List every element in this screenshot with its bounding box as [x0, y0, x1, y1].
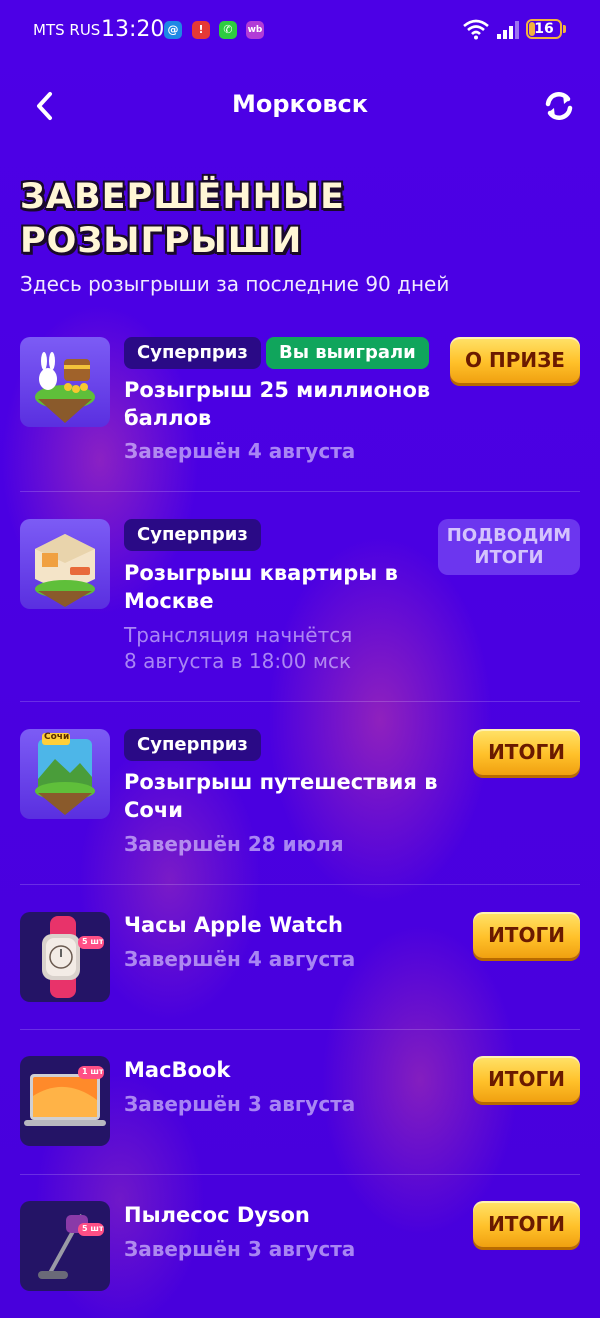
apartment-island-icon: [35, 534, 95, 607]
prize-thumbnail-apartment[interactable]: [20, 519, 110, 609]
vacuum-cleaner-icon: [38, 1214, 104, 1279]
sochi-island-icon: [35, 733, 95, 815]
tag-superprize: Суперприз: [124, 337, 261, 369]
broadcast-start-label: Трансляция начнётся: [124, 623, 353, 647]
about-prize-button[interactable]: О ПРИЗЕ: [450, 337, 580, 383]
quantity-badge: 1 шт: [82, 1067, 104, 1076]
prize-thumbnail-macbook[interactable]: 1 шт: [20, 1056, 110, 1146]
draw-status: Завершён 4 августа: [124, 947, 356, 971]
wildberries-notification-icon: wb: [246, 21, 264, 39]
divider: [20, 701, 580, 702]
status-bar: MTS RUS 13:20 @ ! ✆ wb 16: [0, 0, 600, 60]
thumb-label: Сочи: [44, 732, 70, 742]
divider: [20, 491, 580, 492]
cellular-signal-icon: [497, 21, 519, 39]
draw-name: Розыгрыш 25 миллионов баллов: [124, 378, 431, 430]
results-button[interactable]: ИТОГИ: [473, 1201, 580, 1247]
tag-you-won: Вы выиграли: [266, 337, 429, 369]
results-button[interactable]: ИТОГИ: [473, 1056, 580, 1102]
refresh-button[interactable]: [541, 88, 577, 124]
draw-name: MacBook: [124, 1058, 231, 1082]
prize-thumbnail-points[interactable]: [20, 337, 110, 427]
prize-thumbnail-apple-watch[interactable]: 5 шт: [20, 912, 110, 1002]
summing-up-line-2: ИТОГИ: [474, 547, 544, 568]
draw-status: Завершён 4 августа: [124, 439, 356, 463]
draw-name: Розыгрыш квартиры в Москве: [124, 561, 398, 613]
page-subtitle: Здесь розыгрыши за последние 90 дней: [20, 272, 450, 296]
results-button[interactable]: ИТОГИ: [473, 912, 580, 958]
battery-tip: [563, 25, 566, 33]
divider: [20, 1174, 580, 1175]
carrier-name: MTS RUS: [33, 21, 101, 39]
prize-thumbnail-dyson[interactable]: 5 шт: [20, 1201, 110, 1291]
summing-up-button: ПОДВОДИМ ИТОГИ: [438, 519, 580, 575]
divider: [20, 884, 580, 885]
draw-status: Завершён 28 июля: [124, 832, 344, 856]
page-title-line-1: ЗАВЕРШЁННЫЕ: [20, 177, 346, 217]
battery-icon: 16: [526, 19, 562, 39]
draw-status: Завершён 3 августа: [124, 1237, 356, 1261]
divider: [20, 1029, 580, 1030]
clock: 13:20: [101, 17, 165, 42]
mail-notification-icon: @: [164, 21, 182, 39]
page-title-line-2: РОЗЫГРЫШИ: [20, 221, 303, 261]
treasure-island-icon: [35, 352, 95, 423]
results-button[interactable]: ИТОГИ: [473, 729, 580, 775]
wifi-icon: [463, 19, 489, 40]
whatsapp-notification-icon: ✆: [219, 21, 237, 39]
draw-name: Пылесос Dyson: [124, 1203, 310, 1227]
quantity-badge: 5 шт: [82, 1224, 104, 1233]
tag-superprize: Суперприз: [124, 519, 261, 551]
page-title: ЗАВЕРШЁННЫЕ РОЗЫГРЫШИ: [20, 175, 345, 263]
draw-name: Розыгрыш путешествия в Сочи: [124, 770, 438, 822]
city-title: Морковск: [231, 90, 369, 118]
tag-superprize: Суперприз: [124, 729, 261, 761]
broadcast-date: 8 августа в 18:00 мск: [124, 649, 352, 673]
summing-up-line-1: ПОДВОДИМ: [446, 525, 572, 546]
refresh-icon: [545, 91, 573, 121]
apple-watch-icon: [42, 916, 104, 998]
prize-thumbnail-sochi[interactable]: Сочи: [20, 729, 110, 819]
draw-name: Часы Apple Watch: [124, 913, 343, 937]
quantity-badge: 5 шт: [82, 937, 104, 946]
draw-status: Завершён 3 августа: [124, 1092, 356, 1116]
app-notification-icon: !: [192, 21, 210, 39]
